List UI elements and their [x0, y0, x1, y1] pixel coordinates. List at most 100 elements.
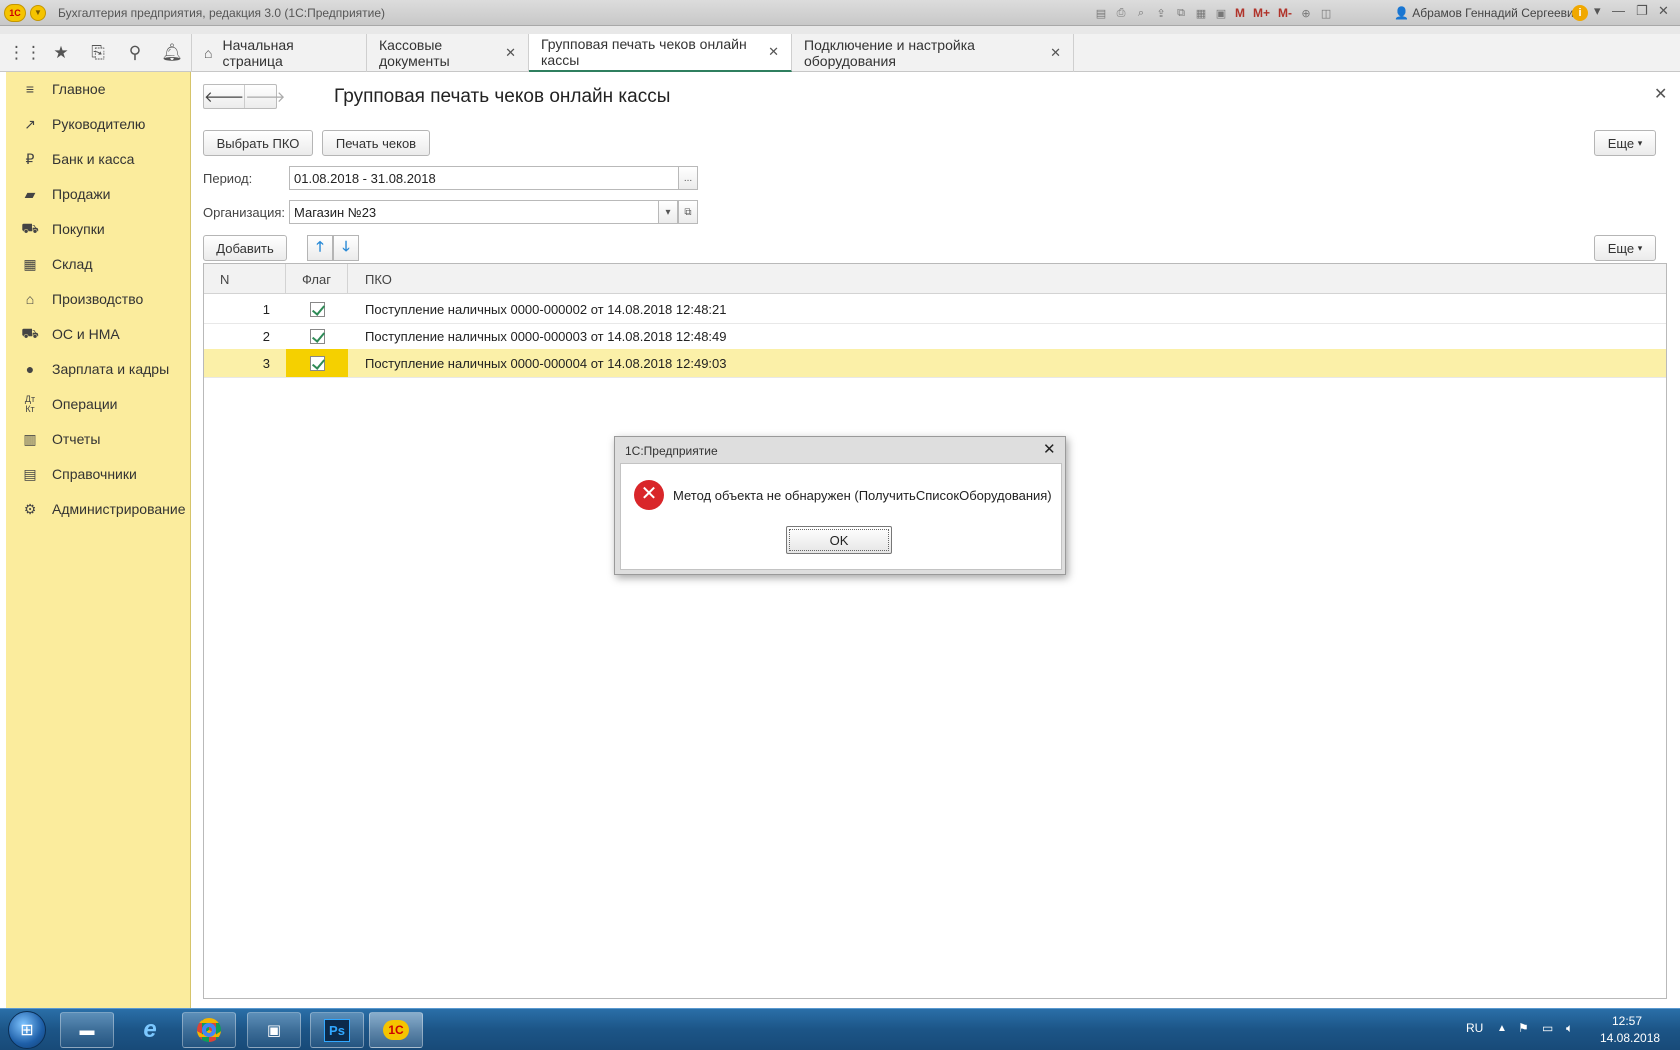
tray-expand-icon[interactable]: ▲ — [1497, 1023, 1507, 1034]
sidebar-item-salary[interactable]: ● Зарплата и кадры — [6, 354, 191, 384]
column-n[interactable]: N — [204, 264, 286, 294]
print-icon[interactable]: ⎙ — [1112, 4, 1130, 22]
column-flag[interactable]: Флаг — [286, 264, 348, 294]
tab-equipment-setup[interactable]: Подключение и настройка оборудования ✕ — [792, 34, 1074, 72]
organization-dropdown-icon[interactable]: ▾ — [658, 200, 678, 224]
tab-home[interactable]: ⌂ Начальная страница — [191, 34, 367, 72]
ok-button[interactable]: OK — [786, 526, 892, 554]
close-tab-icon[interactable]: ✕ — [505, 45, 516, 61]
table-row-selected[interactable]: 3 Поступление наличных 0000-000004 от 14… — [204, 349, 1666, 378]
forward-arrow-icon[interactable]: 🡒 — [244, 85, 285, 108]
sidebar-item-purchases[interactable]: ⛟ Покупки — [6, 214, 191, 244]
zoom-icon[interactable]: ⊕ — [1297, 4, 1315, 22]
search-icon[interactable]: ⚲ — [124, 42, 146, 64]
sidebar-item-administration[interactable]: ⚙ Администрирование — [6, 494, 191, 524]
start-button[interactable]: ⊞ — [8, 1011, 46, 1049]
chevron-down-icon: ▾ — [1637, 242, 1643, 253]
favorites-star-icon[interactable]: ★ — [50, 42, 72, 64]
photoshop-label: Ps — [324, 1018, 350, 1042]
close-window-icon[interactable]: ✕ — [1658, 3, 1669, 19]
sidebar-item-operations[interactable]: Дт Кт Операции — [6, 389, 191, 419]
row-number: 1 — [262, 301, 270, 317]
internet-explorer-icon[interactable]: e — [123, 1012, 177, 1048]
clock-time[interactable]: 12:57 — [1612, 1014, 1642, 1028]
dialog-close-icon[interactable]: ✕ — [1043, 440, 1056, 458]
chrome-icon[interactable] — [182, 1012, 236, 1048]
settings-dropdown-icon[interactable]: ▾ — [1594, 3, 1601, 19]
sidebar-item-main[interactable]: ≡ Главное — [6, 74, 191, 104]
period-field[interactable]: 01.08.2018 - 31.08.2018 — [289, 166, 679, 190]
select-pko-button[interactable]: Выбрать ПКО — [203, 130, 313, 156]
computer-icon[interactable]: ▣ — [247, 1012, 301, 1048]
onec-taskbar-icon[interactable]: 1С — [369, 1012, 423, 1048]
sidebar-item-label: Руководителю — [52, 116, 146, 132]
user-name[interactable]: 👤 Абрамов Геннадий Сергеевич — [1394, 6, 1580, 20]
truck-icon: ⛟ — [21, 324, 39, 341]
flag-checkbox[interactable] — [309, 355, 325, 371]
sidebar-item-director[interactable]: ↗ Руководителю — [6, 109, 191, 139]
tab-cash-documents[interactable]: Кассовые документы ✕ — [367, 34, 529, 72]
volume-icon[interactable]: 🔈︎ — [1566, 1021, 1573, 1036]
explorer-icon[interactable]: ▬ — [60, 1012, 114, 1048]
pko-table: N Флаг ПКО 1 Поступление наличных 0000-0… — [203, 263, 1667, 999]
link-icon[interactable]: ⧉ — [1172, 4, 1190, 22]
preview-icon[interactable]: ⌕ — [1132, 4, 1150, 22]
close-form-icon[interactable]: ✕ — [1654, 84, 1667, 104]
attach-icon[interactable]: ⇪ — [1152, 4, 1170, 22]
action-center-flag-icon[interactable]: ⚑ — [1518, 1021, 1529, 1035]
memory-m-button[interactable]: M — [1232, 6, 1248, 20]
sidebar-item-warehouse[interactable]: ▦ Склад — [6, 249, 191, 279]
table-row[interactable]: 1 Поступление наличных 0000-000002 от 14… — [204, 295, 1666, 324]
move-up-arrow-icon[interactable]: 🡑 — [307, 235, 333, 261]
language-indicator[interactable]: RU — [1466, 1021, 1483, 1035]
window-title-bar: 1С ▼ Бухгалтерия предприятия, редакция 3… — [0, 0, 1680, 26]
table-row[interactable]: 2 Поступление наличных 0000-000003 от 14… — [204, 322, 1666, 351]
apps-grid-icon[interactable]: ⋮⋮ — [8, 42, 42, 64]
close-tab-icon[interactable]: ✕ — [1050, 45, 1061, 61]
organization-field[interactable]: Магазин №23 — [289, 200, 659, 224]
organization-open-icon[interactable]: ⧉ — [678, 200, 698, 224]
add-button[interactable]: Добавить — [203, 235, 287, 261]
tab-group-print[interactable]: Групповая печать чеков онлайн кассы ✕ — [529, 34, 792, 72]
history-icon[interactable]: ⎘ — [87, 42, 109, 64]
photoshop-icon[interactable]: Ps — [310, 1012, 364, 1048]
calendar-icon[interactable]: ▣ — [1212, 4, 1230, 22]
error-icon: ✕ — [634, 480, 664, 510]
main-menu-dropdown-icon[interactable]: ▼ — [30, 4, 46, 21]
close-tab-icon[interactable]: ✕ — [768, 44, 779, 60]
sidebar-item-label: Операции — [52, 396, 118, 412]
flag-checkbox[interactable] — [309, 328, 325, 344]
move-down-arrow-icon[interactable]: 🡓 — [333, 235, 359, 261]
save-icon[interactable]: ▤ — [1092, 4, 1110, 22]
chevron-down-icon: ▾ — [1637, 137, 1643, 148]
sidebar-item-sales[interactable]: ▰ Продажи — [6, 179, 191, 209]
more-actions-button[interactable]: Еще ▾ — [1594, 130, 1656, 156]
sidebar-item-bank-cash[interactable]: ₽ Банк и касса — [6, 144, 191, 174]
table-header: N Флаг ПКО — [204, 264, 1666, 294]
notifications-bell-icon[interactable]: 🔔︎ — [161, 42, 183, 64]
info-icon[interactable]: i — [1572, 5, 1588, 21]
minimize-icon[interactable]: — — [1612, 3, 1625, 18]
ruble-icon: ₽ — [25, 150, 35, 167]
sidebar-item-production[interactable]: ⌂ Производство — [6, 284, 191, 314]
flag-checkbox[interactable] — [309, 301, 325, 317]
restore-icon[interactable]: ❐ — [1636, 3, 1648, 19]
sidebar-item-reports[interactable]: ▥ Отчеты — [6, 424, 191, 454]
memory-m-plus-button[interactable]: M+ — [1250, 6, 1273, 20]
clock-date[interactable]: 14.08.2018 — [1600, 1031, 1660, 1045]
memory-m-minus-button[interactable]: M- — [1275, 6, 1295, 20]
print-receipts-button[interactable]: Печать чеков — [322, 130, 430, 156]
network-icon[interactable]: ▭ — [1542, 1021, 1553, 1035]
panels-icon[interactable]: ◫ — [1317, 4, 1335, 22]
app-logo[interactable]: 1С — [4, 3, 26, 22]
period-select-button[interactable]: ... — [678, 166, 698, 190]
more-actions-button-table[interactable]: Еще ▾ — [1594, 235, 1656, 261]
back-arrow-icon[interactable]: 🡐 — [204, 85, 244, 108]
dialog-message: Метод объекта не обнаружен (ПолучитьСпис… — [673, 488, 1052, 503]
more-label: Еще — [1607, 135, 1635, 151]
organization-label: Организация: — [203, 205, 286, 220]
sidebar-item-catalogs[interactable]: ▤ Справочники — [6, 459, 191, 489]
calculator-icon[interactable]: ▦ — [1192, 4, 1210, 22]
sidebar-item-fixed-assets[interactable]: ⛟ ОС и НМА — [6, 319, 191, 349]
column-pko[interactable]: ПКО — [348, 264, 1666, 294]
